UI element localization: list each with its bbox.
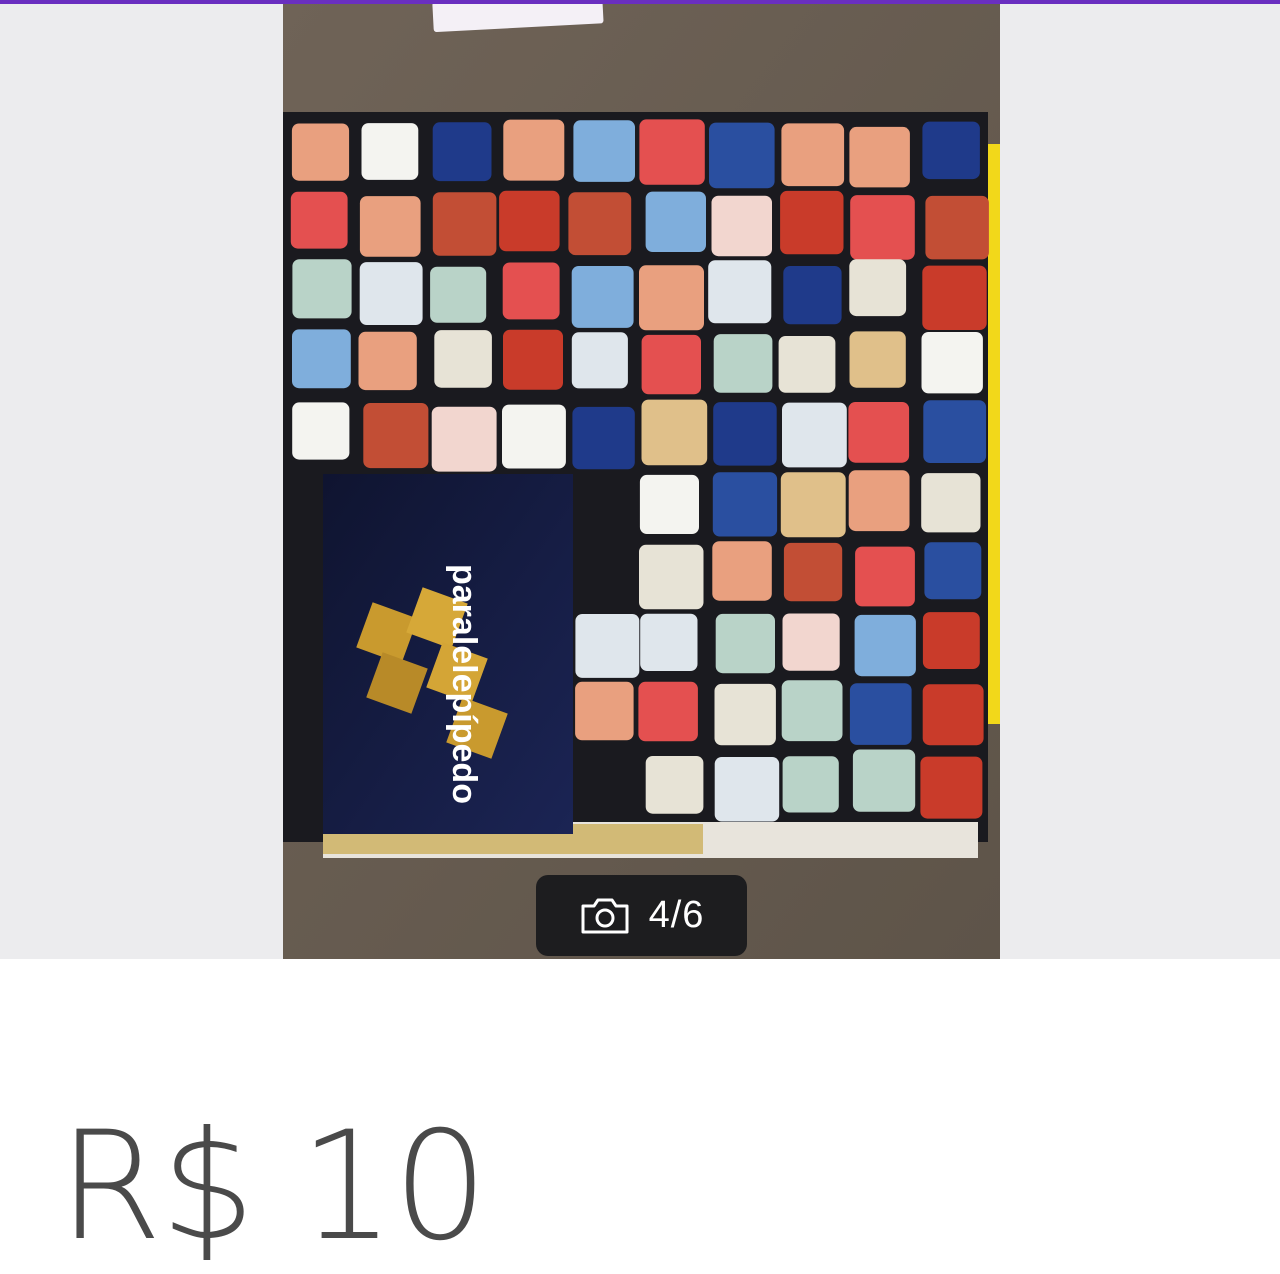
- mosaic-tile: [434, 330, 492, 388]
- mosaic-tile: [925, 195, 989, 260]
- mosaic-tile: [573, 120, 635, 182]
- mosaic-tile: [638, 681, 698, 742]
- mosaic-tile: [575, 681, 634, 741]
- mosaic-tile: [922, 612, 980, 669]
- camera-icon: [581, 898, 629, 933]
- mosaic-tile: [568, 192, 632, 256]
- mosaic-tile: [848, 470, 910, 532]
- mosaic-tile: [639, 474, 699, 534]
- mosaic-tile: [292, 329, 351, 389]
- mosaic-tile: [641, 334, 701, 395]
- mosaic-tile: [708, 260, 772, 324]
- mosaic-tile: [849, 259, 907, 317]
- mosaic-tile: [713, 402, 777, 466]
- mosaic-tile: [922, 121, 980, 180]
- mosaic-tile: [645, 191, 706, 252]
- mosaic-tile: [292, 259, 352, 319]
- mosaic-tile: [921, 473, 981, 533]
- mosaic-tile: [359, 262, 423, 325]
- mosaic-tile: [358, 331, 417, 391]
- photo-gallery[interactable]: paralelepípedo 4/6: [0, 4, 1280, 959]
- mosaic-tile: [290, 191, 348, 249]
- mosaic-tile: [712, 541, 772, 601]
- book-cover-illustration: paralelepípedo: [283, 4, 1000, 959]
- mosaic-tile: [849, 331, 906, 388]
- cover-title: paralelepípedo: [445, 564, 483, 804]
- mosaic-tile: [849, 683, 912, 745]
- price-label: R$ 10: [58, 1100, 488, 1274]
- mosaic-tile: [783, 266, 842, 325]
- mosaic-tile: [571, 266, 634, 328]
- mosaic-tile: [503, 329, 563, 390]
- mosaic-tile: [713, 334, 773, 393]
- mosaic-tile: [292, 402, 350, 460]
- mosaic-tile: [359, 196, 421, 257]
- mosaic-tile: [852, 749, 916, 812]
- mosaic-tile: [645, 756, 704, 814]
- mosaic-tile: [361, 123, 419, 180]
- mosaic-tile: [639, 265, 704, 331]
- listing-photo[interactable]: paralelepípedo: [283, 4, 1000, 959]
- mosaic-tile: [850, 195, 915, 260]
- mosaic-tile: [431, 406, 497, 472]
- mosaic-tile: [920, 756, 983, 819]
- mosaic-tile: [432, 192, 497, 256]
- mosaic-tile: [714, 757, 780, 822]
- mosaic-tile: [782, 402, 847, 468]
- mosaic-tile: [715, 613, 775, 674]
- mosaic-tile: [854, 614, 916, 677]
- mosaic-tile: [430, 266, 487, 323]
- mosaic-tile: [855, 546, 915, 607]
- mosaic-tile: [575, 614, 640, 678]
- mosaic-tile: [502, 404, 566, 469]
- mosaic-tile: [923, 400, 987, 463]
- mosaic-tile: [778, 336, 836, 393]
- mosaic-tile: [849, 126, 910, 188]
- mosaic-tile: [780, 472, 846, 538]
- mosaic-tile: [922, 684, 984, 746]
- mosaic-tile: [641, 399, 708, 466]
- mosaic-tile: [572, 406, 635, 470]
- mosaic-tile: [782, 613, 840, 671]
- mosaic-tile: [712, 472, 778, 537]
- photo-counter-text: 4/6: [648, 894, 705, 936]
- mosaic-tile: [502, 262, 560, 320]
- mosaic-tile: [640, 613, 698, 671]
- mosaic-tile: [571, 332, 628, 389]
- mosaic-tile: [780, 190, 844, 255]
- mosaic-tile: [848, 402, 910, 463]
- mosaic-tile: [782, 756, 839, 813]
- mosaic-tile: [924, 542, 982, 600]
- mosaic-tile: [711, 195, 772, 257]
- mosaic-tile: [714, 683, 776, 746]
- mosaic-tile: [291, 123, 350, 181]
- mosaic-tile: [503, 119, 565, 181]
- mosaic-tile: [709, 122, 775, 189]
- mosaic-tile: [363, 403, 429, 469]
- mosaic-tile: [781, 123, 845, 187]
- mosaic-tile: [922, 265, 987, 330]
- mosaic-tile: [921, 332, 983, 394]
- photo-counter-badge: 4/6: [536, 875, 747, 956]
- mosaic-tile: [499, 190, 560, 252]
- mosaic-tile: [781, 680, 843, 742]
- mosaic-tile: [783, 542, 843, 602]
- mosaic-tile: [639, 544, 704, 610]
- mosaic-tile: [639, 119, 705, 185]
- mosaic-tile: [432, 122, 492, 182]
